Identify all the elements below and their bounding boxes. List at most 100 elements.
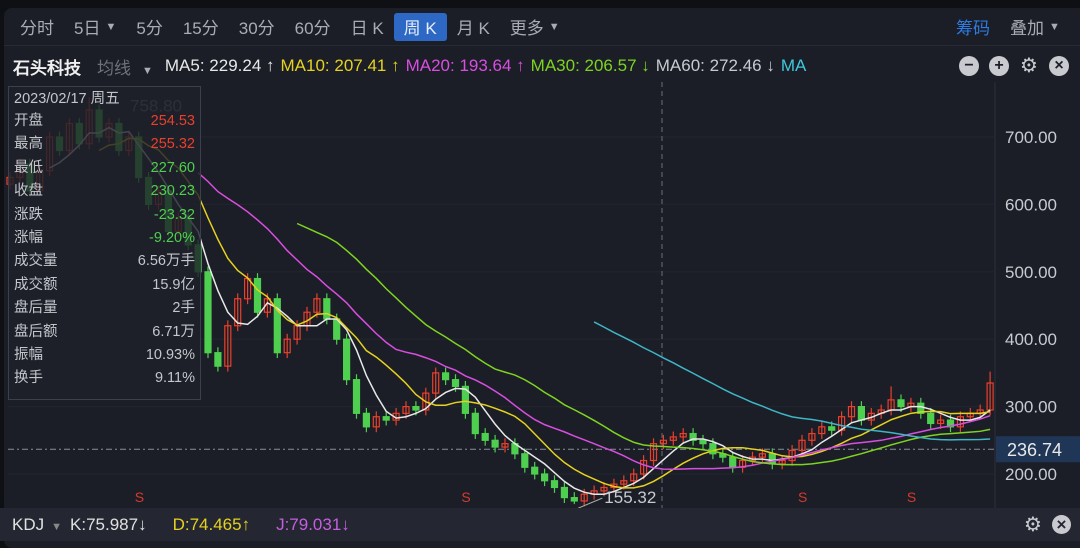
kdj-j-value: J:79.031↓ (276, 514, 350, 534)
tooltip-label: 开盘 (14, 113, 43, 129)
chevron-down-icon: ▼ (142, 64, 153, 77)
tab-30min[interactable]: 30分 (229, 14, 285, 39)
chevron-down-icon: ▼ (105, 20, 117, 33)
tooltip-value: 6.71万 (152, 323, 195, 340)
tooltip-row: 最低 227.60 (14, 157, 195, 180)
candle-down (570, 496, 578, 502)
tooltip-value: 15.9亿 (152, 276, 195, 293)
sell-signal-marker: S (798, 489, 807, 505)
chevron-down-icon: ▼ (548, 20, 560, 33)
tooltip-row: 盘后额 6.71万 (14, 321, 195, 344)
tooltip-value: 255.32 (150, 136, 195, 153)
y-tick-label: 200.00 (1005, 465, 1057, 484)
tooltip-label: 收盘 (14, 183, 43, 200)
tab-intraday[interactable]: 分时 (4, 14, 64, 39)
candle-down (204, 271, 212, 354)
tab-weekly[interactable]: 周 K (393, 12, 447, 41)
tooltip-label: 盘后量 (14, 300, 58, 317)
chevron-down-icon: ▼ (1049, 20, 1060, 33)
tooltip-row: 开盘 254.53 (14, 110, 195, 133)
gear-icon[interactable]: ⚙ (1019, 56, 1039, 76)
tab-more[interactable]: 更多 ▼ (500, 14, 570, 39)
tooltip-label: 最低 (14, 159, 43, 176)
tooltip-row: 涨跌 -23.32 (14, 204, 195, 227)
ma20-value: MA20: 193.64 ↑ (405, 56, 525, 75)
sell-signal-marker: S (907, 489, 916, 505)
candle-down (362, 412, 370, 428)
indicator-controls: − + ⚙ × (959, 56, 1069, 76)
tooltip-row: 成交量 6.56万手 (14, 250, 195, 273)
ma10-value: MA10: 207.41 ↑ (280, 56, 400, 75)
candle-down (481, 432, 489, 441)
tooltip-label: 成交量 (14, 253, 58, 270)
kdj-dropdown[interactable]: KDJ ▼ (12, 515, 66, 535)
candle-down (729, 456, 737, 468)
y-tick-label: 600.00 (1005, 195, 1057, 214)
tab-5day[interactable]: 5日 ▼ (64, 14, 126, 39)
candle-down (451, 379, 460, 387)
tab-15min[interactable]: 15分 (173, 14, 229, 39)
tooltip-row: 盘后量 2手 (14, 297, 195, 320)
candle-down (214, 352, 222, 367)
tooltip-row: 振幅 10.93% (14, 344, 195, 367)
minus-circle-icon[interactable]: − (959, 56, 979, 76)
tooltip-date: 2023/02/17 周五 (14, 91, 120, 107)
candle-down (550, 480, 559, 489)
kdj-close-icon[interactable]: × (1052, 515, 1071, 534)
tab-monthly[interactable]: 月 K (447, 14, 500, 39)
tooltip-row: 涨幅 -9.20% (14, 227, 195, 250)
tooltip-label: 最高 (14, 136, 43, 153)
tooltip-row: 换手 9.11% (14, 367, 195, 390)
tooltip-row: 最高 255.32 (14, 133, 195, 156)
sell-signal-marker: S (135, 489, 144, 505)
candle-down (471, 412, 479, 435)
ma60-value: MA60: 272.46 ↓ (655, 56, 775, 75)
candle-down (323, 298, 331, 320)
period-toolbar: 分时 5日 ▼ 5分 15分 30分 60分 日 K 周 K 月 K 更多 ▼ 筹码… (4, 8, 1080, 46)
y-tick-label: 300.00 (1005, 398, 1057, 417)
tab-daily[interactable]: 日 K (341, 14, 394, 39)
ma-mode-dropdown[interactable]: 均线 ▼ (97, 54, 159, 79)
tooltip-value: 230.23 (150, 183, 195, 200)
candle-down (382, 416, 390, 421)
candle-down (521, 453, 529, 468)
tooltip-value: 9.11% (154, 370, 195, 387)
ma10-line (98, 137, 991, 489)
candle-down (343, 338, 351, 381)
candle-down (699, 439, 707, 445)
tab-5min[interactable]: 5分 (126, 14, 172, 39)
candle-down (828, 426, 836, 431)
kdj-gear-icon[interactable]: ⚙ (1024, 512, 1042, 537)
candle-down (491, 439, 499, 448)
chips-button[interactable]: 筹码 (946, 14, 1000, 39)
y-tick-label: 500.00 (1005, 263, 1057, 282)
ma-label: MA (780, 56, 807, 75)
tooltip-value: 2手 (172, 300, 195, 317)
tab-label: 更多 (509, 19, 544, 38)
overlay-dropdown[interactable]: 叠加 ▼ (1000, 14, 1070, 39)
tab-60min[interactable]: 60分 (285, 14, 341, 39)
tooltip-value: 254.53 (150, 113, 195, 129)
tooltip-label: 涨幅 (14, 229, 43, 246)
sell-signal-marker: S (461, 489, 470, 505)
y-tick-label: 400.00 (1005, 330, 1057, 349)
tooltip-label: 盘后额 (14, 323, 58, 340)
kdj-k-value: K:75.987↓ (70, 514, 147, 534)
candle-down (253, 277, 262, 313)
tooltip-value: 227.60 (150, 159, 195, 176)
ma30-line (296, 222, 991, 466)
tooltip-value: 10.93% (145, 346, 195, 363)
stock-name: 石头科技 (13, 58, 81, 78)
tooltip-label: 涨跌 (14, 206, 43, 223)
chevron-down-icon: ▼ (51, 520, 63, 533)
tooltip-label: 振幅 (14, 346, 43, 363)
y-tick-label: 700.00 (1005, 128, 1057, 147)
candle-down (560, 486, 569, 499)
close-circle-icon[interactable]: × (1049, 56, 1069, 76)
kdj-indicator-bar: KDJ ▼ K:75.987↓ D:74.465↑ J:79.031↓ ⚙ × (0, 508, 1080, 541)
ma5-value: MA5: 229.24 ↑ (164, 56, 275, 75)
candle-down (927, 412, 935, 425)
plus-circle-icon[interactable]: + (989, 56, 1009, 76)
kdj-d-value: D:74.465↑ (172, 514, 251, 534)
crosshair-price-label: 236.74 (1007, 440, 1062, 460)
